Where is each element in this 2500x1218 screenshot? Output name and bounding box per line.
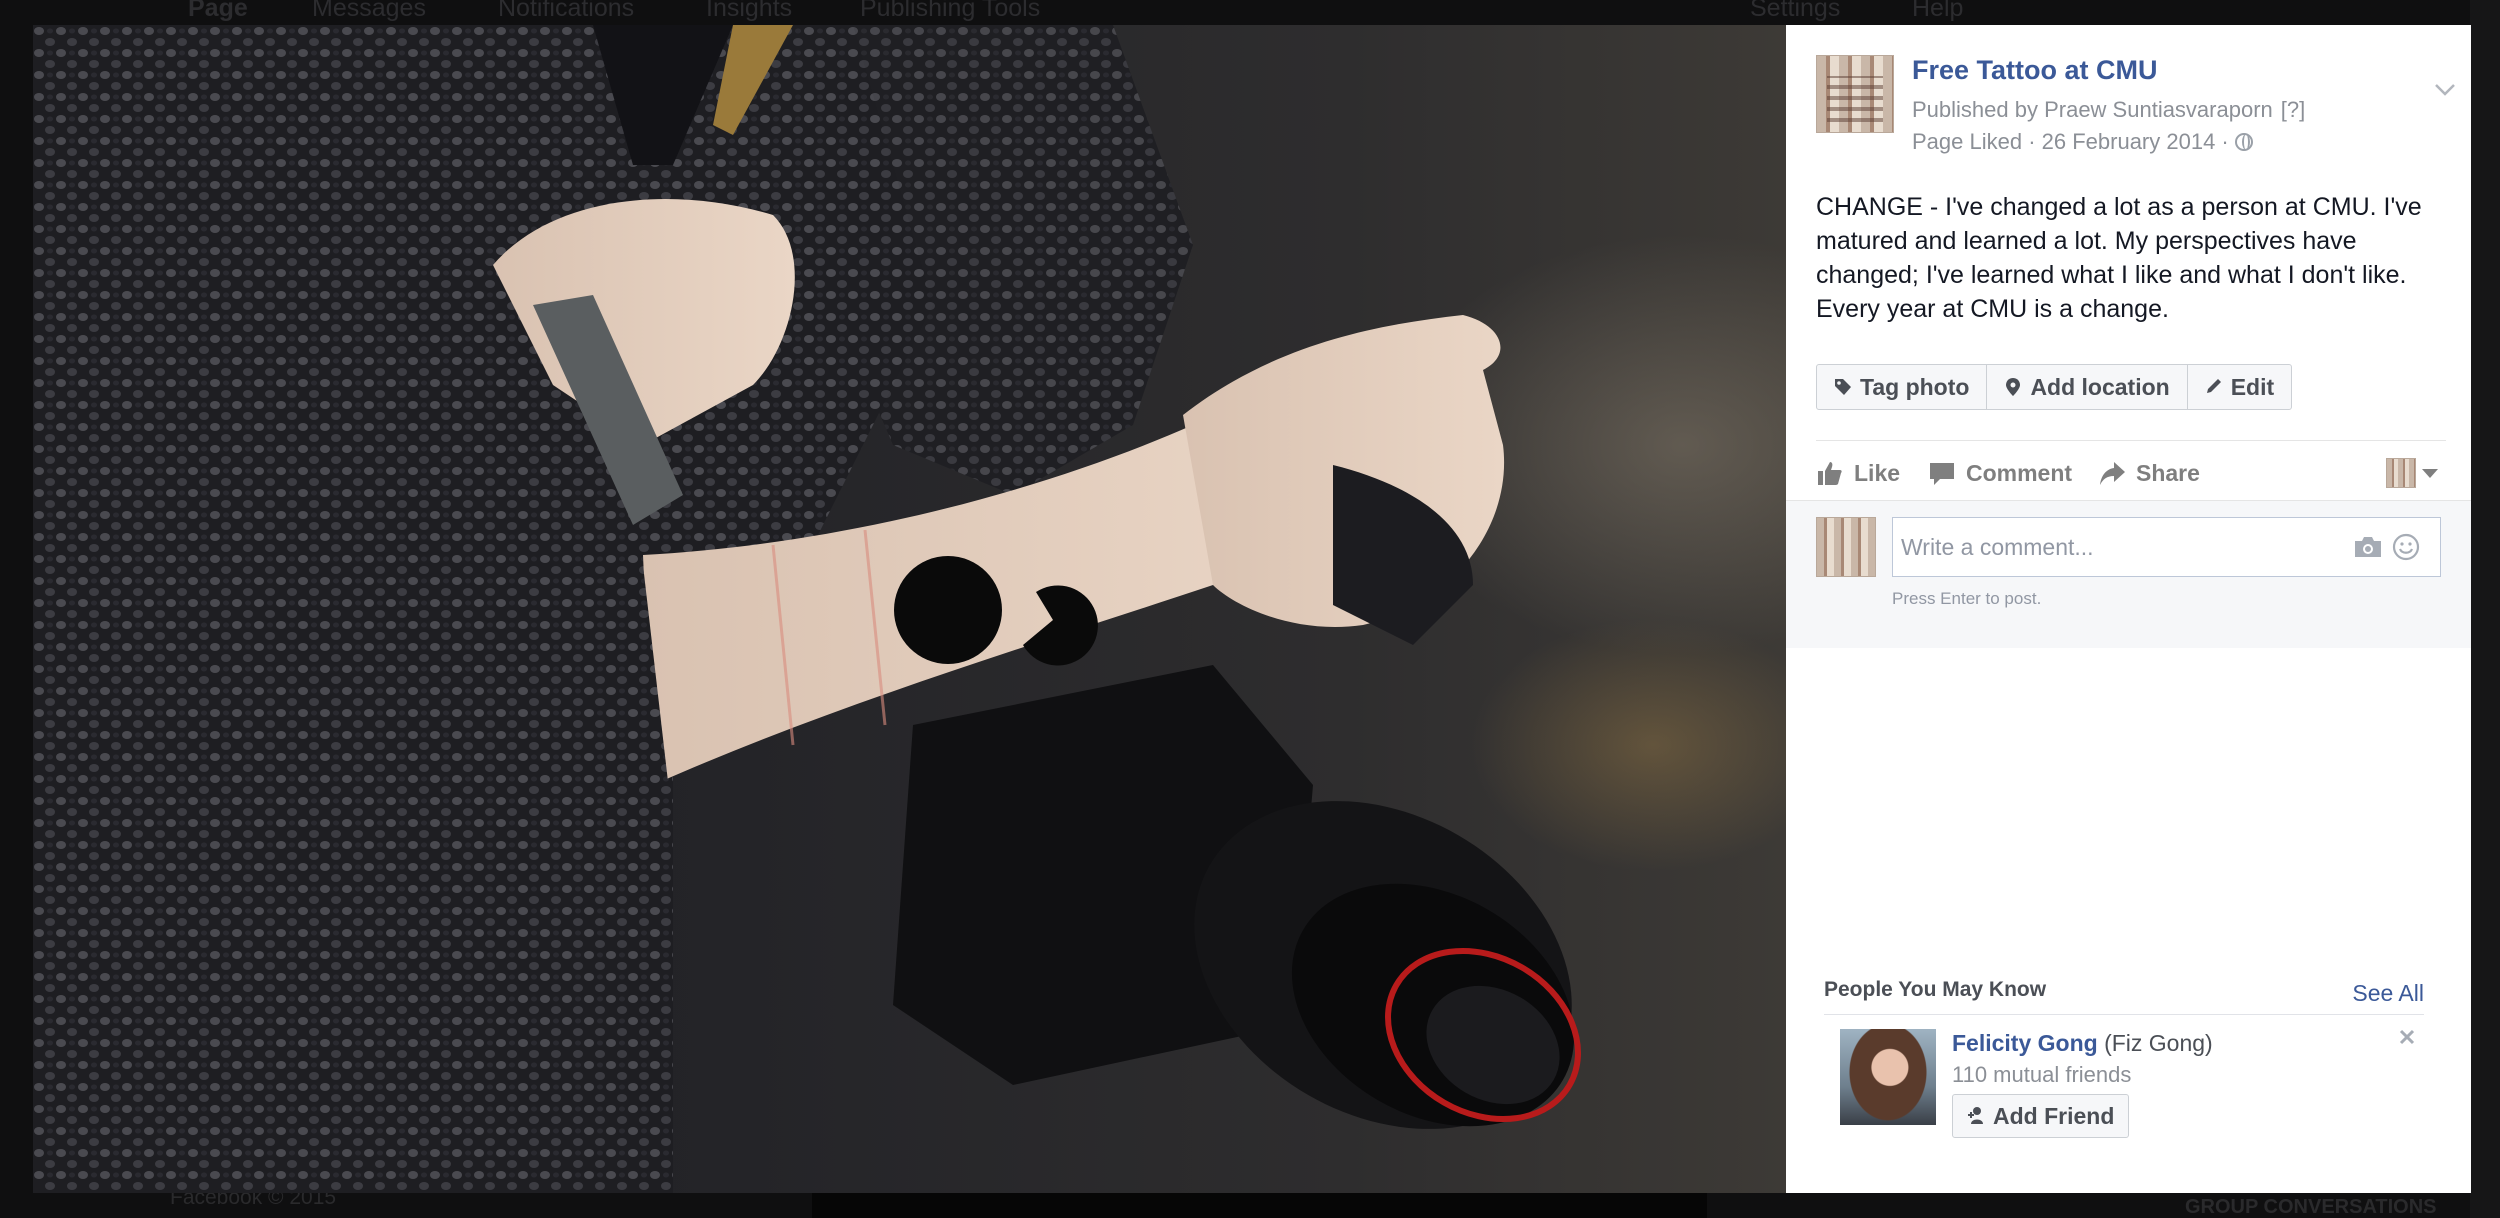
- bg-nav-notifications: Notifications: [498, 0, 635, 22]
- pencil-icon: [2206, 379, 2221, 393]
- comment-hint: Press Enter to post.: [1892, 589, 2042, 608]
- like-button[interactable]: Like: [1816, 452, 1900, 494]
- like-label: Like: [1854, 459, 1901, 486]
- comment-label: Comment: [1966, 459, 2073, 486]
- bg-nav-settings: Settings: [1750, 0, 1841, 22]
- published-by-text[interactable]: Published by Praew Suntiasvaraporn: [1912, 97, 2273, 122]
- share-label: Share: [2136, 459, 2200, 486]
- post-meta: Page Liked · 26 February 2014 ·: [1912, 129, 2253, 155]
- commenter-avatar: [1816, 517, 1876, 577]
- location-pin-icon: [2006, 378, 2021, 396]
- see-all-link[interactable]: See All: [2352, 980, 2424, 1007]
- bg-nav-page: Page: [188, 0, 248, 22]
- add-location-button[interactable]: Add location: [1987, 365, 2188, 409]
- globe-icon[interactable]: [2234, 133, 2253, 151]
- tag-icon: [1835, 379, 1851, 395]
- bg-nav-messages: Messages: [312, 0, 426, 22]
- bg-nav-insights: Insights: [706, 0, 793, 22]
- comment-bubble-icon: [1930, 463, 1954, 485]
- photo-stage[interactable]: [33, 25, 1786, 1193]
- friend-avatar[interactable]: [1840, 1029, 1936, 1125]
- tattoo-photo: [33, 25, 1581, 1193]
- thumbs-up-icon: [1818, 462, 1842, 485]
- add-friend-icon: [1968, 1107, 1983, 1124]
- bg-nav-help: Help: [1912, 0, 1964, 22]
- caret-down-icon: [2422, 468, 2438, 478]
- close-icon[interactable]: [2398, 1028, 2416, 1046]
- post-header: Free Tattoo at CMU Published by Praew Su…: [1816, 55, 2455, 185]
- page-avatar[interactable]: [1816, 55, 1894, 133]
- published-by: Published by Praew Suntiasvaraporn [?]: [1912, 97, 2305, 123]
- tag-photo-label: Tag photo: [1860, 373, 1970, 400]
- edit-button[interactable]: Edit: [2188, 365, 2291, 409]
- background-strip: [812, 1192, 1707, 1218]
- post-caption: CHANGE - I've changed a lot as a person …: [1816, 193, 2422, 323]
- background-group-conversations: GROUP CONVERSATIONS: [2185, 1196, 2437, 1218]
- mutual-friends[interactable]: 110 mutual friends: [1952, 1062, 2131, 1088]
- background-right-column: [2470, 0, 2500, 1218]
- photo-actions: Tag photo Add location Edit: [1816, 364, 2293, 410]
- share-arrow-icon: [2100, 462, 2125, 485]
- chevron-down-icon[interactable]: [2434, 83, 2456, 97]
- help-link[interactable]: [?]: [2281, 97, 2305, 122]
- tag-photo-button[interactable]: Tag photo: [1817, 365, 1988, 409]
- camera-icon[interactable]: [2353, 535, 2383, 559]
- actor-selector[interactable]: [2386, 458, 2438, 488]
- bg-nav-publishing-tools: Publishing Tools: [860, 0, 1041, 22]
- page-name-link[interactable]: Free Tattoo at CMU: [1912, 55, 2158, 86]
- friend-name: Felicity Gong (Fiz Gong): [1952, 1030, 2213, 1057]
- ufi-bar: Like Comment Share: [1816, 452, 2446, 494]
- post-meta-text[interactable]: Page Liked · 26 February 2014 ·: [1912, 129, 2229, 154]
- background-page-nav: Page Messages Notifications Insights Pub…: [0, 0, 2500, 26]
- actor-avatar: [2386, 458, 2416, 488]
- add-friend-button[interactable]: Add Friend: [1952, 1094, 2130, 1138]
- divider: [1824, 1014, 2424, 1015]
- share-button[interactable]: Share: [2098, 452, 2200, 494]
- divider: [1816, 440, 2446, 441]
- add-friend-label: Add Friend: [1993, 1102, 2115, 1129]
- pymk-title: People You May Know: [1824, 978, 2047, 1001]
- comment-button[interactable]: Comment: [1928, 452, 2072, 494]
- comment-composer: Press Enter to post.: [1786, 500, 2471, 648]
- friend-name-link[interactable]: Felicity Gong: [1952, 1030, 2098, 1056]
- edit-label: Edit: [2230, 373, 2275, 400]
- add-location-label: Add location: [2030, 373, 2170, 400]
- friend-nickname: (Fiz Gong): [2104, 1030, 2213, 1056]
- photo-detail-panel: Free Tattoo at CMU Published by Praew Su…: [1786, 25, 2471, 1193]
- emoji-smile-icon[interactable]: [2392, 533, 2420, 561]
